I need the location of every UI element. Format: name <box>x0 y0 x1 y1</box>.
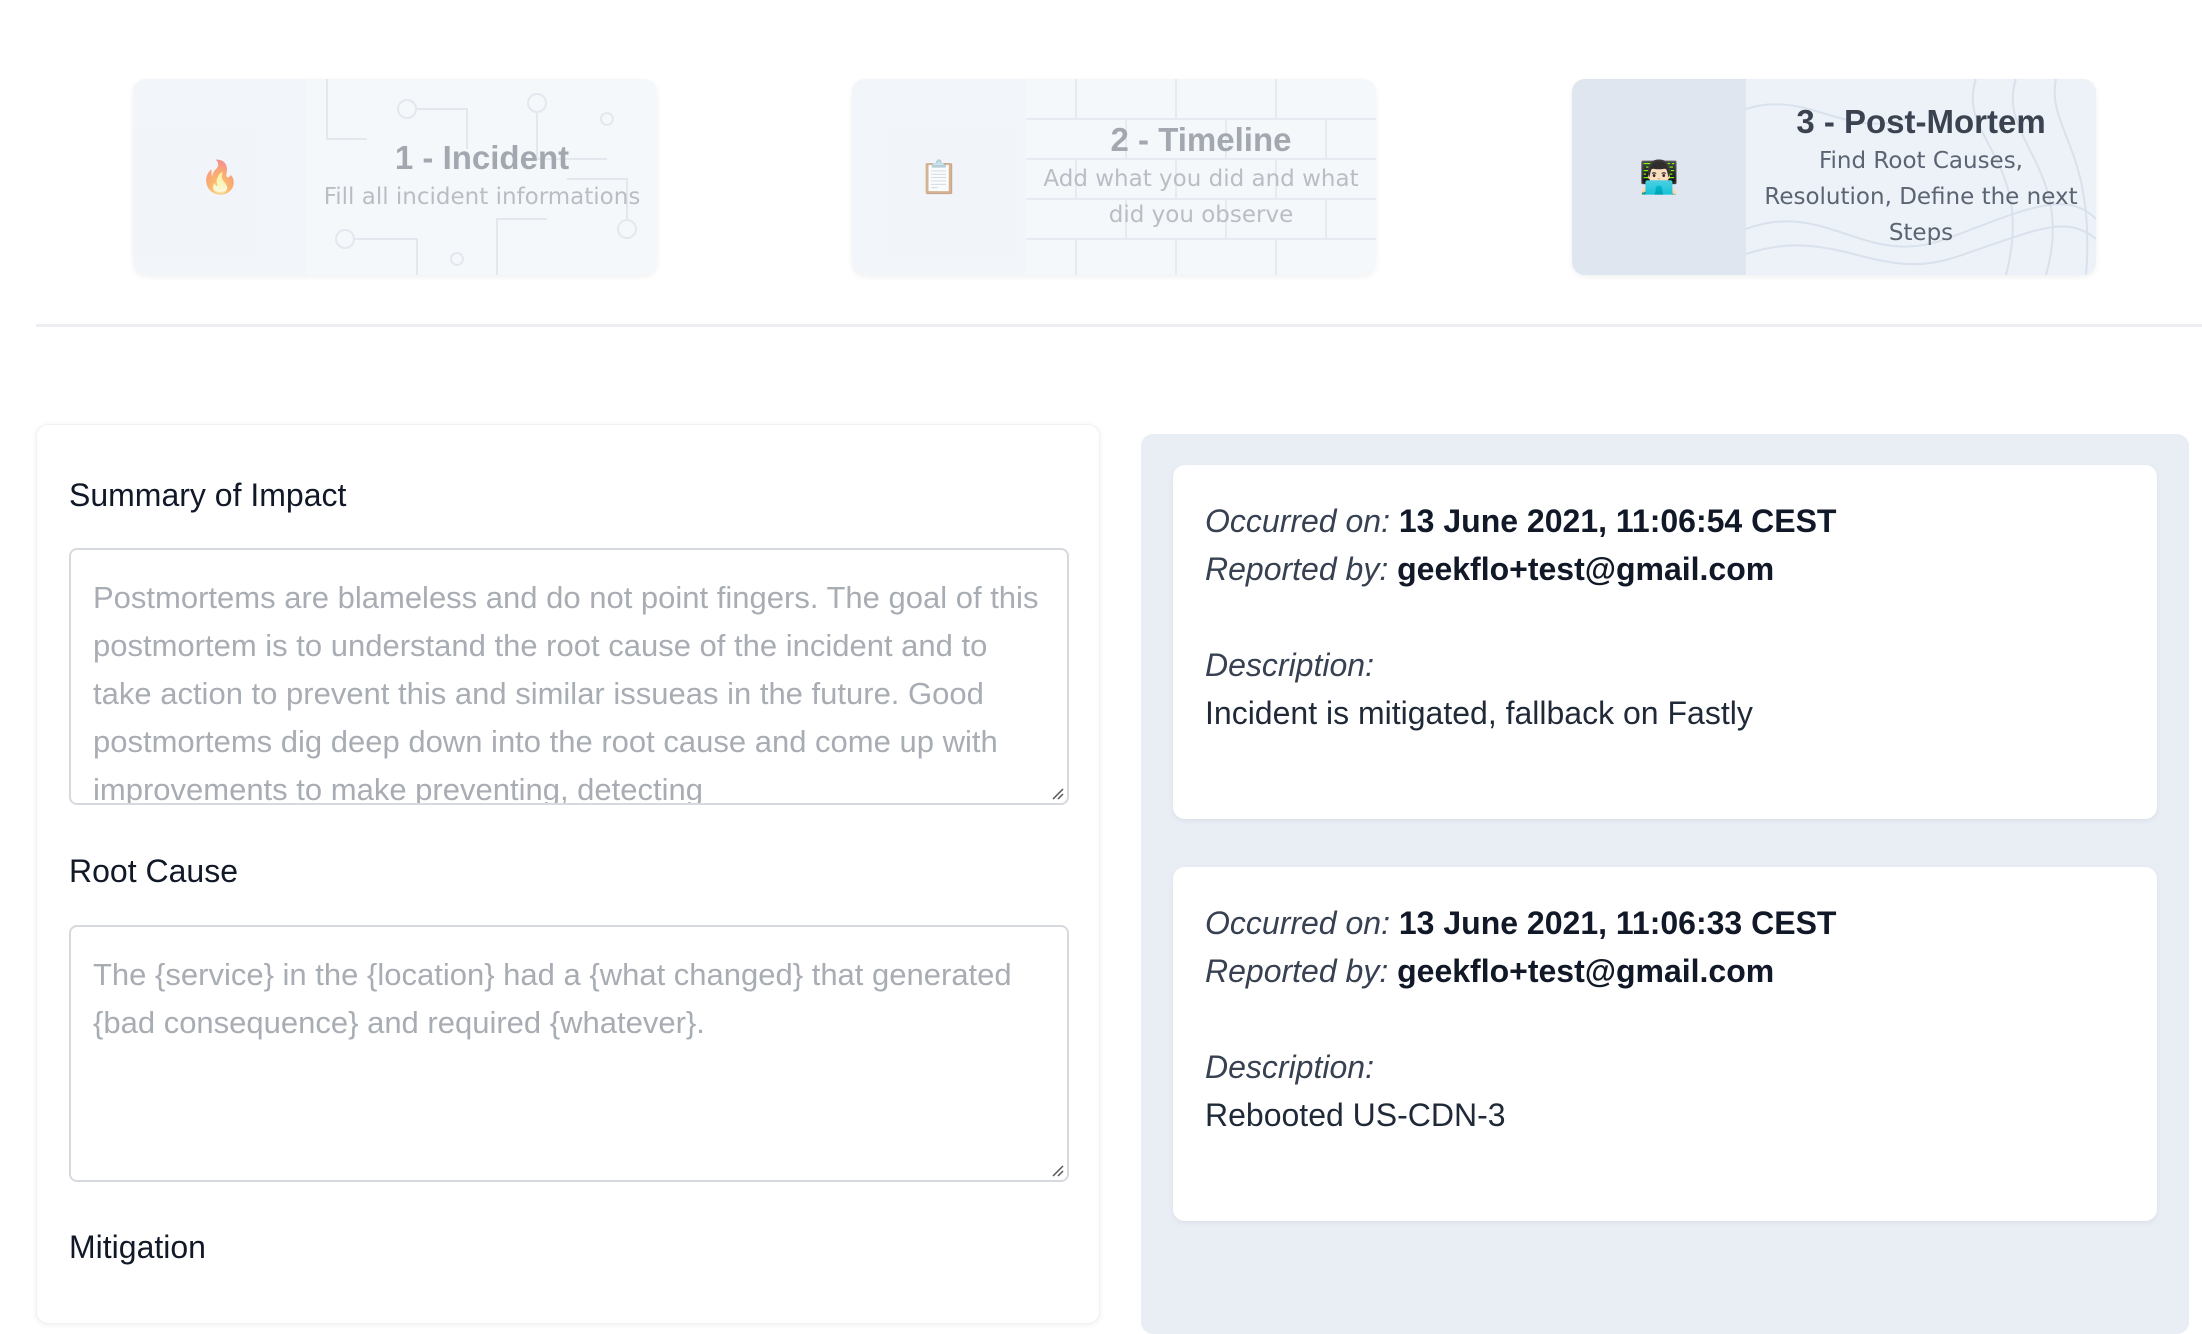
mitigation-label: Mitigation <box>69 1229 206 1265</box>
timeline-panel: Occurred on: 13 June 2021, 11:06:54 CEST… <box>1141 434 2189 1334</box>
summary-field-box <box>69 548 1069 805</box>
step-incident[interactable]: 🔥 1 - Incident Fill all incident informa… <box>133 79 657 275</box>
occurred-value: 13 June 2021, 11:06:33 CEST <box>1398 905 1837 941</box>
occurred-value: 13 June 2021, 11:06:54 CEST <box>1398 503 1837 539</box>
reported-line: Reported by: geekflo+test@gmail.com <box>1205 545 2125 593</box>
occurred-label: Occurred on: <box>1205 503 1390 539</box>
reported-line: Reported by: geekflo+test@gmail.com <box>1205 947 2125 995</box>
occurred-line: Occurred on: 13 June 2021, 11:06:33 CEST <box>1205 899 2125 947</box>
circuit-pattern <box>326 79 637 275</box>
step-timeline-text: 2 - Timeline Add what you did and what d… <box>1026 79 1376 275</box>
description-text: Rebooted US-CDN-3 <box>1205 1097 1506 1133</box>
description-text: Incident is mitigated, fallback on Fastl… <box>1205 695 1753 731</box>
step-title: 1 - Incident <box>394 139 570 176</box>
reported-value: geekflo+test@gmail.com <box>1397 551 1775 587</box>
resize-handle-icon[interactable] <box>1048 784 1064 800</box>
root-cause-label: Root Cause <box>69 853 238 889</box>
progress-steps: 🔥 1 - Incident Fill all incident informa… <box>0 0 2202 330</box>
root-cause-field-box <box>69 925 1069 1182</box>
section-divider <box>36 324 2202 327</box>
clipboard-icon: 📋 <box>852 79 1026 275</box>
summary-textarea[interactable] <box>71 550 1067 803</box>
reported-label: Reported by: <box>1205 953 1389 989</box>
step-subtitle: Add what you did and what did you observ… <box>1043 166 1359 228</box>
description-label: Description: <box>1205 647 1374 683</box>
description-label: Description: <box>1205 1049 1374 1085</box>
technologist-icon: 👨🏻‍💻 <box>1572 79 1746 275</box>
step-post-mortem[interactable]: 👨🏻‍💻 3 - Post-Mortem Find Root Causes, R… <box>1572 79 2096 275</box>
step-incident-text: 1 - Incident Fill all incident informati… <box>307 79 657 275</box>
step-subtitle: Fill all incident informations <box>323 184 641 210</box>
timeline-event-card: Occurred on: 13 June 2021, 11:06:54 CEST… <box>1173 465 2157 819</box>
step-title: 3 - Post-Mortem <box>1796 103 2046 140</box>
fire-icon: 🔥 <box>133 79 307 275</box>
occurred-label: Occurred on: <box>1205 905 1390 941</box>
post-mortem-form: Summary of Impact Root Cause Mitigation <box>36 424 1100 1324</box>
reported-value: geekflo+test@gmail.com <box>1397 953 1775 989</box>
occurred-line: Occurred on: 13 June 2021, 11:06:54 CEST <box>1205 497 2125 545</box>
root-cause-textarea[interactable] <box>71 927 1067 1180</box>
reported-label: Reported by: <box>1205 551 1389 587</box>
step-timeline[interactable]: 📋 2 - Timeline Add what you did and what… <box>852 79 1376 275</box>
step-subtitle: Find Root Causes, Resolution, Define the… <box>1764 148 2078 246</box>
step-title: 2 - Timeline <box>1110 121 1292 158</box>
resize-handle-icon[interactable] <box>1048 1161 1064 1177</box>
step-post-mortem-text: 3 - Post-Mortem Find Root Causes, Resolu… <box>1746 79 2096 275</box>
timeline-event-card: Occurred on: 13 June 2021, 11:06:33 CEST… <box>1173 867 2157 1221</box>
summary-label: Summary of Impact <box>69 477 347 513</box>
